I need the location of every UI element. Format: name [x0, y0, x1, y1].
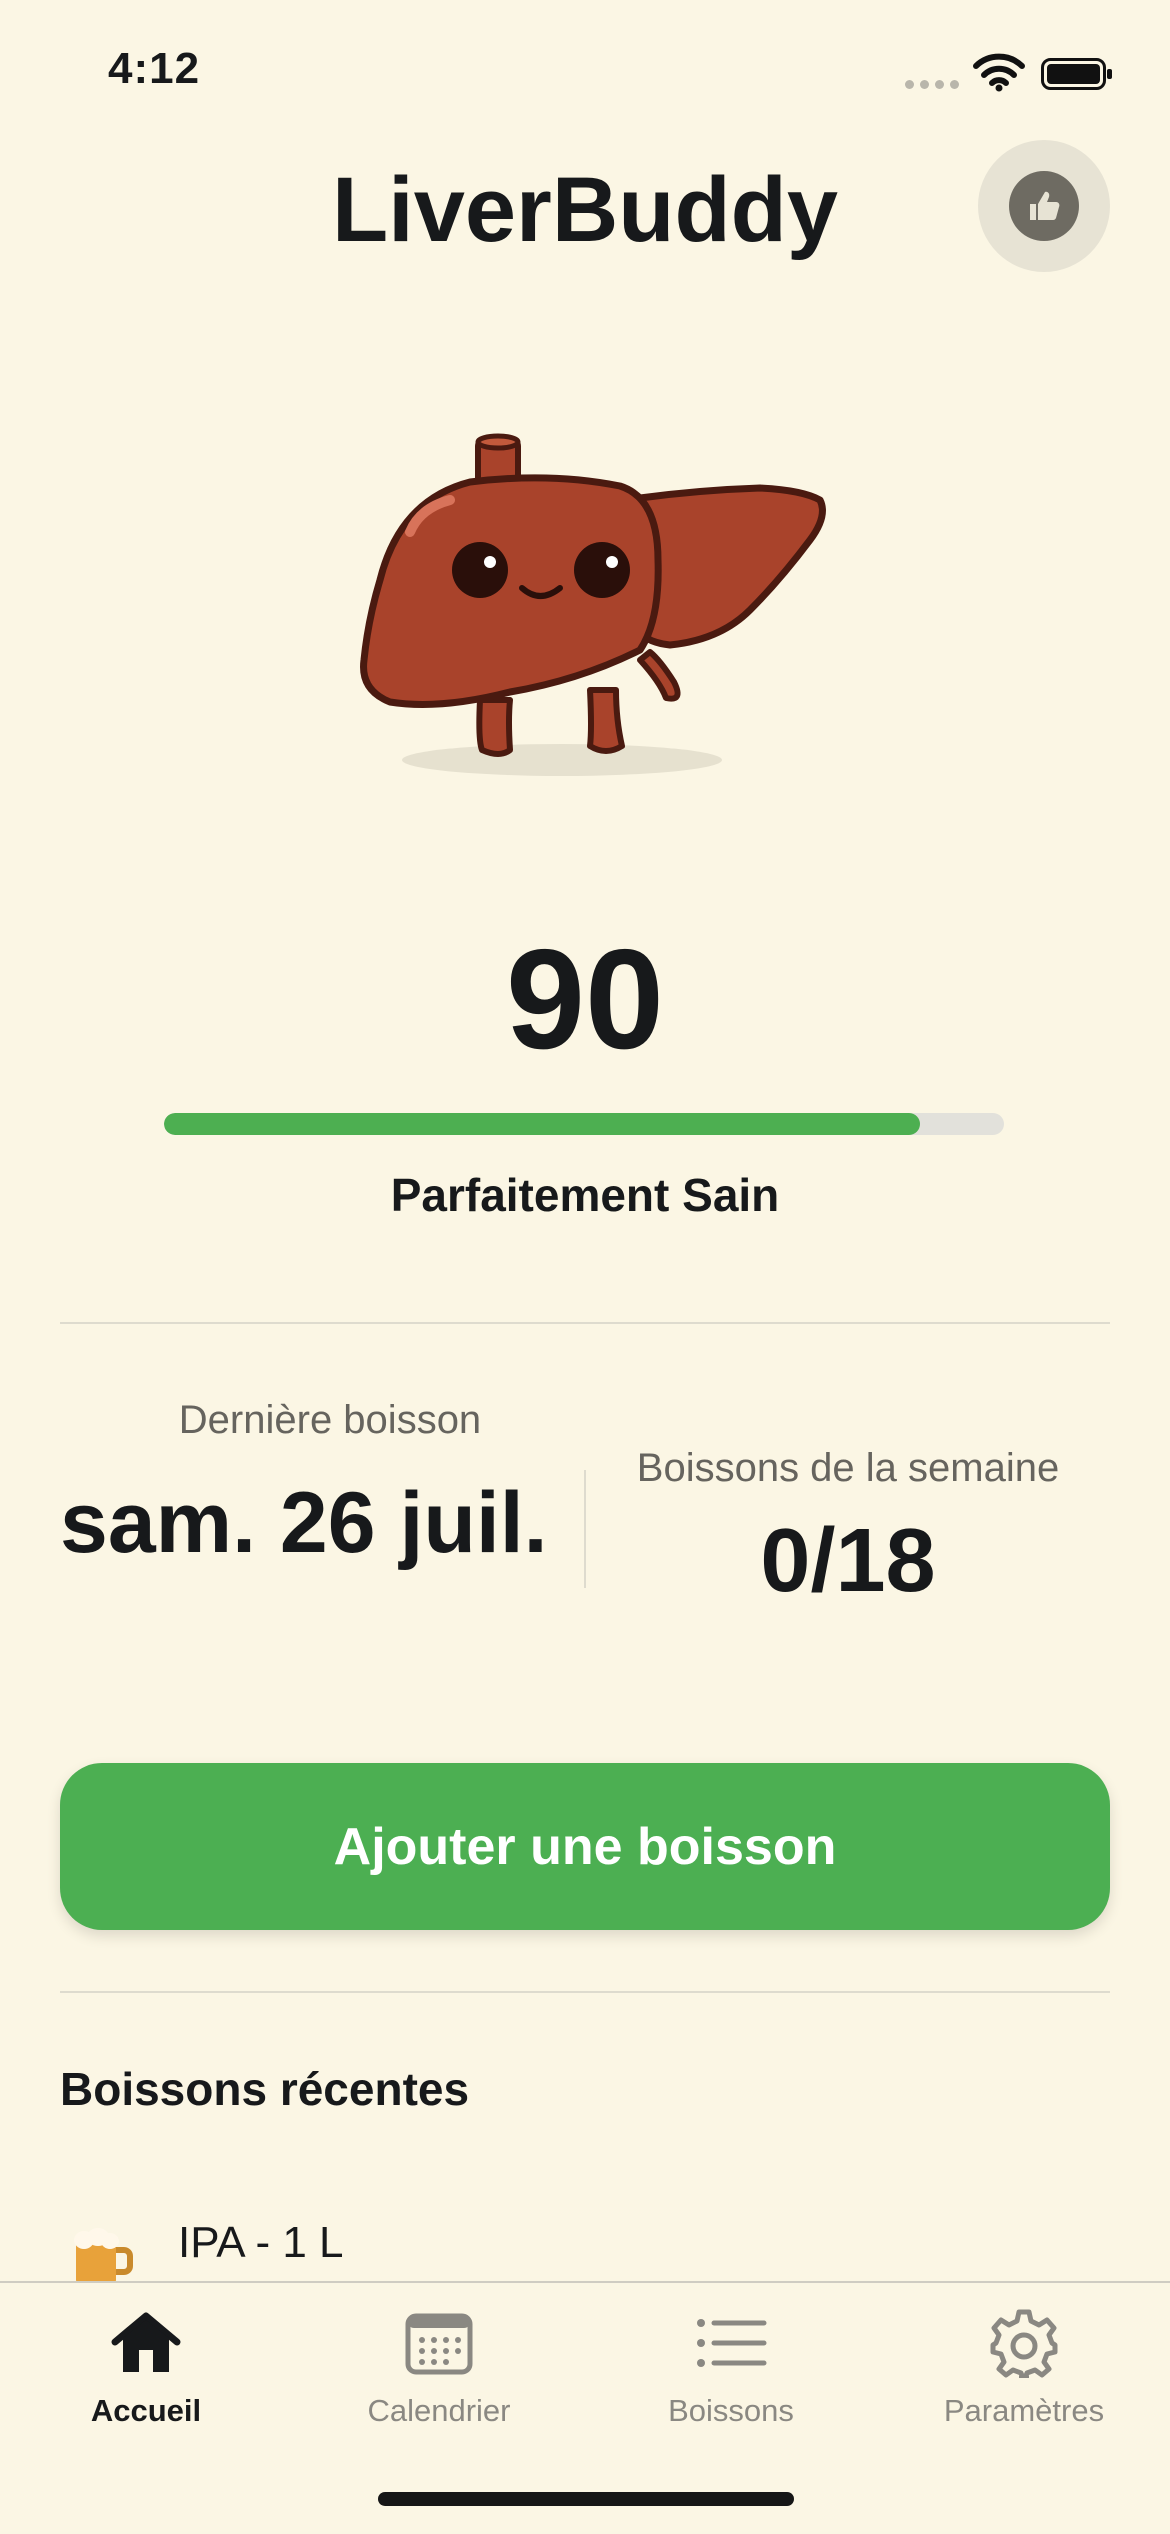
- add-drink-button[interactable]: Ajouter une boisson: [60, 1763, 1110, 1930]
- home-indicator: [378, 2492, 794, 2506]
- health-status: Parfaitement Sain: [390, 1169, 780, 1221]
- calendar-icon: [405, 2313, 473, 2375]
- health-progress-fill: [164, 1113, 920, 1135]
- tab-label: Calendrier: [367, 2393, 511, 2428]
- tab-label: Paramètres: [943, 2393, 1105, 2428]
- recent-drinks-title: Boissons récentes: [60, 2063, 470, 2115]
- status-time: 4:12: [108, 44, 201, 93]
- tab-calendrier[interactable]: Calendrier: [309, 2307, 569, 2429]
- gear-icon: [990, 2309, 1058, 2378]
- recent-drink-item[interactable]: IPA - 1 L: [178, 2218, 344, 2268]
- liver-score: 90: [506, 920, 664, 1079]
- last-drink-label: Dernière boisson: [178, 1398, 482, 1442]
- last-drink-value: sam. 26 juil.: [60, 1475, 548, 1571]
- home-icon: [111, 2312, 181, 2372]
- tab-boissons[interactable]: Boissons: [601, 2307, 861, 2429]
- divider: [60, 1322, 1110, 1324]
- weekly-drinks-label: Boissons de la semaine: [636, 1446, 1060, 1490]
- tab-label: Accueil: [90, 2393, 202, 2428]
- battery-icon: [1041, 58, 1112, 90]
- tab-parametres[interactable]: Paramètres: [894, 2307, 1154, 2429]
- divider: [60, 1991, 1110, 1993]
- rate-app-button[interactable]: [978, 140, 1110, 272]
- liver-mascot-illustration: [360, 433, 826, 776]
- beer-mug-icon: [74, 2228, 133, 2284]
- tab-accueil[interactable]: Accueil: [16, 2307, 276, 2429]
- wifi-icon: [973, 53, 1025, 92]
- tab-label: Boissons: [668, 2393, 794, 2428]
- thumbs-up-icon: [1030, 191, 1060, 220]
- weekly-drinks-value: 0/18: [760, 1511, 936, 1611]
- list-icon: [697, 2319, 767, 2367]
- health-progress-bar: [164, 1113, 1004, 1135]
- stats-separator: [584, 1470, 586, 1588]
- cellular-signal-icon: [905, 80, 959, 90]
